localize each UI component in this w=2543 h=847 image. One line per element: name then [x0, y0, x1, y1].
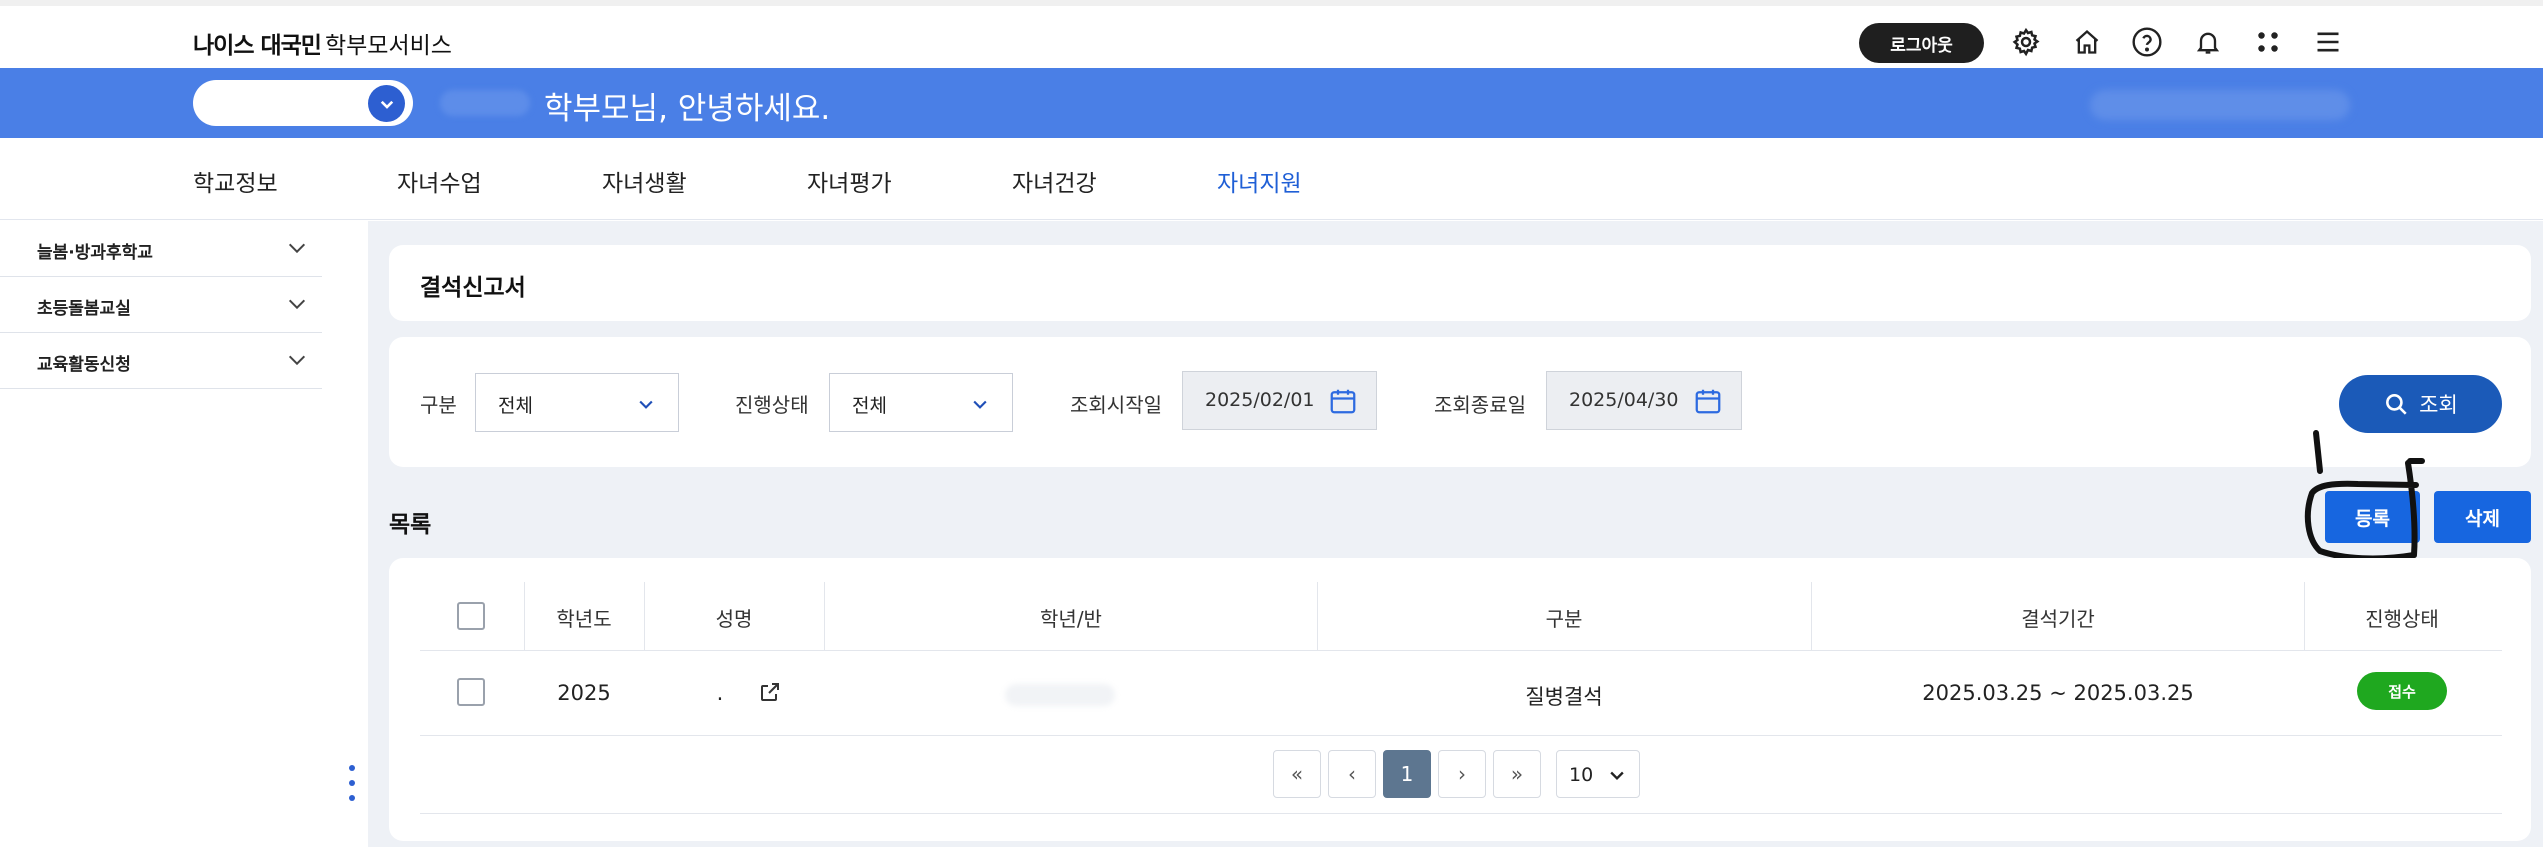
search-icon [2386, 394, 2407, 415]
column-header-type[interactable]: 구분 [1546, 603, 1583, 632]
welcome-banner: 학부모님, 안녕하세요. [0, 68, 2543, 138]
nav-child-support[interactable]: 자녀지원 [1217, 164, 1302, 198]
brand-bold: 나이스 대국민 [193, 33, 322, 59]
last-page-button[interactable]: » [1493, 750, 1541, 798]
sidebar-item-label: 초등돌봄교실 [37, 299, 131, 319]
end-date-label: 조회종료일 [1434, 393, 1526, 417]
brand-logo[interactable]: 나이스 대국민 학부모서비스 [193, 26, 452, 60]
start-date-label: 조회시작일 [1070, 393, 1162, 417]
redacted-name [440, 90, 530, 116]
page-size-value: 10 [1569, 764, 1594, 786]
type-select-value: 전체 [498, 395, 533, 417]
top-bar: 나이스 대국민 학부모서비스 로그아웃 [0, 0, 2543, 68]
cell-type: 질병결석 [1525, 685, 1603, 709]
main-nav: 학교정보 자녀수업 자녀생활 자녀평가 자녀건강 자녀지원 [0, 138, 2543, 220]
greeting-text: 학부모님, 안녕하세요. [544, 91, 831, 127]
nav-school-info[interactable]: 학교정보 [193, 164, 278, 198]
prev-page-button[interactable]: ‹ [1328, 750, 1376, 798]
redacted-info [2090, 90, 2350, 120]
chevron-down-icon[interactable] [286, 293, 308, 315]
select-all-checkbox[interactable] [457, 602, 485, 630]
start-date-input[interactable]: 2025/02/01 [1182, 371, 1377, 430]
title-card [389, 245, 2531, 321]
search-button-label: 조회 [2419, 393, 2458, 417]
home-icon[interactable] [2069, 24, 2105, 60]
status-badge: 접수 [2357, 672, 2447, 710]
cell-name[interactable]: . [717, 681, 724, 705]
delete-button[interactable]: 삭제 [2434, 491, 2531, 543]
nav-child-eval[interactable]: 자녀평가 [807, 164, 892, 198]
sidebar-item-activity-apply[interactable]: 교육활동신청 [0, 333, 322, 389]
bell-icon[interactable] [2190, 24, 2226, 60]
column-header-year[interactable]: 학년도 [556, 603, 611, 632]
column-header-name[interactable]: 성명 [716, 603, 753, 632]
nav-child-class[interactable]: 자녀수업 [397, 164, 482, 198]
sidebar: 늘봄·방과후학교 초등돌봄교실 교육활동신청 [0, 221, 368, 847]
annotation-circle [2304, 430, 2425, 562]
sidebar-toggle-handle[interactable] [348, 765, 356, 807]
apps-icon[interactable] [2250, 24, 2286, 60]
page-size-select[interactable]: 10 [1556, 750, 1640, 798]
first-page-button[interactable]: « [1273, 750, 1321, 798]
nav-child-health[interactable]: 자녀건강 [1012, 164, 1097, 198]
page-title: 결석신고서 [420, 275, 526, 301]
next-page-button[interactable]: › [1438, 750, 1486, 798]
cell-class [1005, 684, 1115, 706]
sidebar-item-label: 교육활동신청 [37, 355, 131, 375]
row-checkbox[interactable] [457, 678, 485, 706]
chevron-down-icon[interactable] [286, 349, 308, 371]
status-filter-label: 진행상태 [735, 393, 809, 417]
menu-icon[interactable] [2310, 24, 2346, 60]
table-card [389, 558, 2531, 841]
child-selector[interactable] [193, 80, 413, 126]
type-filter-label: 구분 [420, 393, 457, 417]
page-number-current[interactable]: 1 [1383, 750, 1431, 798]
sidebar-item-label: 늘봄·방과후학교 [37, 243, 153, 263]
sidebar-item-care-class[interactable]: 초등돌봄교실 [0, 277, 322, 333]
brand-subtitle: 학부모서비스 [324, 33, 452, 59]
chevron-down-icon[interactable] [368, 85, 405, 122]
column-header-class[interactable]: 학년/반 [1040, 603, 1102, 632]
chevron-down-icon [639, 400, 653, 409]
chevron-down-icon[interactable] [286, 237, 308, 259]
nav-child-life[interactable]: 자녀생활 [602, 164, 687, 198]
external-link-icon[interactable] [758, 680, 782, 704]
column-header-status[interactable]: 진행상태 [2365, 603, 2439, 632]
sidebar-item-neulbom[interactable]: 늘봄·방과후학교 [0, 221, 322, 277]
status-select[interactable]: 전체 [829, 373, 1013, 432]
status-select-value: 전체 [852, 395, 887, 417]
cell-year: 2025 [557, 681, 611, 705]
chevron-down-icon [973, 400, 987, 409]
column-header-period[interactable]: 결석기간 [2021, 603, 2095, 632]
calendar-icon[interactable] [1328, 386, 1358, 416]
end-date-value: 2025/04/30 [1569, 389, 1679, 411]
start-date-value: 2025/02/01 [1205, 389, 1315, 411]
cell-period: 2025.03.25 ~ 2025.03.25 [1922, 681, 2194, 705]
help-icon[interactable] [2129, 24, 2165, 60]
end-date-input[interactable]: 2025/04/30 [1546, 371, 1742, 430]
logout-button[interactable]: 로그아웃 [1859, 23, 1984, 63]
type-select[interactable]: 전체 [475, 373, 679, 432]
gear-icon[interactable] [2008, 24, 2044, 60]
chevron-down-icon [1610, 771, 1624, 780]
list-title: 목록 [389, 512, 432, 538]
calendar-icon[interactable] [1693, 386, 1723, 416]
